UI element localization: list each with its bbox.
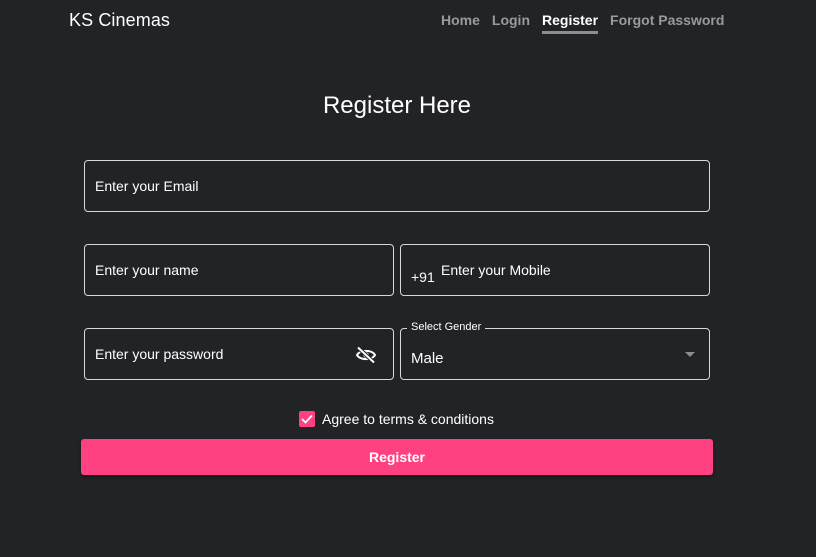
email-field-container (84, 160, 710, 212)
mobile-field-container: +91 (400, 244, 710, 296)
top-nav: Home Login Register Forgot Password (441, 12, 736, 34)
nav-home-link[interactable]: Home (441, 12, 480, 34)
register-button[interactable]: Register (81, 439, 713, 475)
eye-off-icon[interactable] (355, 346, 377, 364)
terms-agreement: Agree to terms & conditions (299, 411, 494, 427)
nav-register-link[interactable]: Register (542, 12, 599, 34)
gender-select-label: Select Gender (407, 321, 486, 333)
gender-select-value: Male (411, 350, 444, 367)
gender-select[interactable]: Select Gender Male (400, 321, 710, 380)
terms-label: Agree to terms & conditions (322, 411, 494, 427)
country-code-prefix: +91 (411, 269, 435, 285)
name-field-container (84, 244, 394, 296)
email-field[interactable] (95, 161, 699, 211)
check-icon (301, 414, 313, 424)
mobile-field[interactable] (441, 245, 699, 295)
nav-forgot-password-link[interactable]: Forgot Password (610, 12, 724, 34)
brand-title: KS Cinemas (69, 10, 171, 30)
nav-login-link[interactable]: Login (492, 12, 530, 34)
name-field[interactable] (95, 245, 383, 295)
caret-down-icon (685, 352, 695, 357)
page-title: Register Here (322, 92, 472, 119)
password-field[interactable] (95, 329, 343, 379)
password-field-container (84, 328, 394, 380)
terms-checkbox[interactable] (299, 411, 315, 427)
